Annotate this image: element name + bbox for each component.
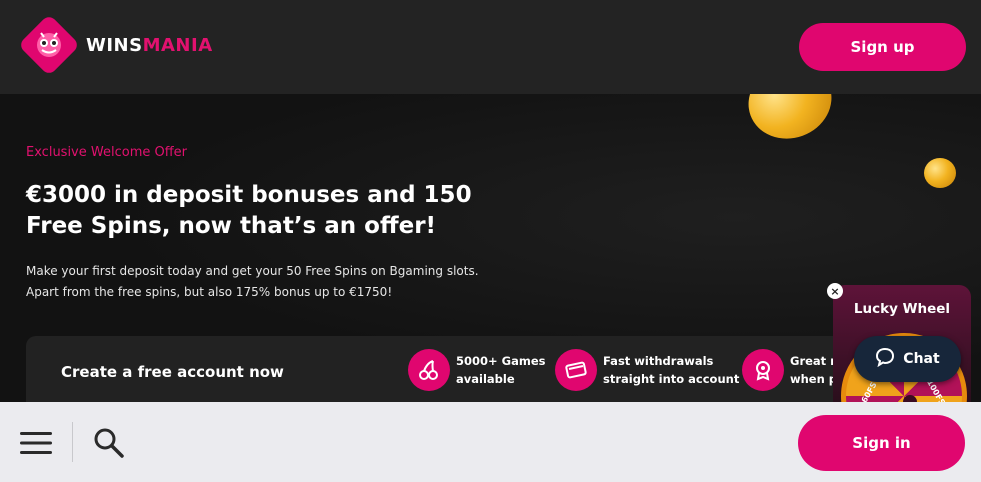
feature-text: Great r when p <box>790 352 837 388</box>
offer-description: Make your first deposit today and get yo… <box>26 264 479 299</box>
feature-line2: available <box>456 372 515 386</box>
feature-games: 5000+ Games available <box>408 349 545 391</box>
winsmania-logo[interactable]: WINSMANIA <box>18 14 213 76</box>
wheel-segment-label: 60FS <box>859 380 879 402</box>
offer-kicker: Exclusive Welcome Offer <box>26 145 188 160</box>
search-icon[interactable] <box>92 426 124 458</box>
monster-logo-icon <box>18 14 80 76</box>
chat-bubble-icon <box>875 347 895 371</box>
chat-button[interactable]: Chat <box>854 336 961 382</box>
close-icon[interactable]: × <box>827 283 843 299</box>
offer-title: €3000 in deposit bonuses and 150 Free Sp… <box>26 182 472 239</box>
cherries-icon <box>408 349 450 391</box>
feature-text: 5000+ Games available <box>456 352 545 388</box>
feature-rewards: Great r when p <box>742 349 837 391</box>
coin-decoration <box>737 94 843 151</box>
logo-wins-text: WINS <box>86 34 143 56</box>
bottom-navigation-bar: Sign in <box>0 402 981 482</box>
divider <box>72 422 73 462</box>
top-header: WINSMANIA Sign up <box>0 0 981 94</box>
signup-button[interactable]: Sign up <box>799 23 966 71</box>
logo-wordmark: WINSMANIA <box>86 35 213 56</box>
feature-line2: straight into account <box>603 372 740 386</box>
wheel-hub <box>903 395 917 402</box>
logo-mania-text: MANIA <box>142 34 213 56</box>
feature-withdrawals: Fast withdrawals straight into account <box>555 349 739 391</box>
feature-text: Fast withdrawals straight into account <box>603 352 739 388</box>
lucky-wheel-title: Lucky Wheel <box>853 301 951 317</box>
create-account-bar[interactable]: Create a free account now 5000+ Games av… <box>26 336 856 402</box>
signin-button[interactable]: Sign in <box>798 415 965 471</box>
feature-line1: Great r <box>790 354 836 368</box>
create-account-label[interactable]: Create a free account now <box>61 363 284 381</box>
card-icon <box>555 349 597 391</box>
feature-line1: Fast withdrawals <box>603 354 714 368</box>
coin-decoration <box>924 158 956 188</box>
feature-line2: when p <box>790 372 838 386</box>
feature-line1: 5000+ Games <box>456 354 546 368</box>
hamburger-menu-icon[interactable] <box>20 432 52 454</box>
chat-label: Chat <box>903 351 940 367</box>
medal-icon <box>742 349 784 391</box>
